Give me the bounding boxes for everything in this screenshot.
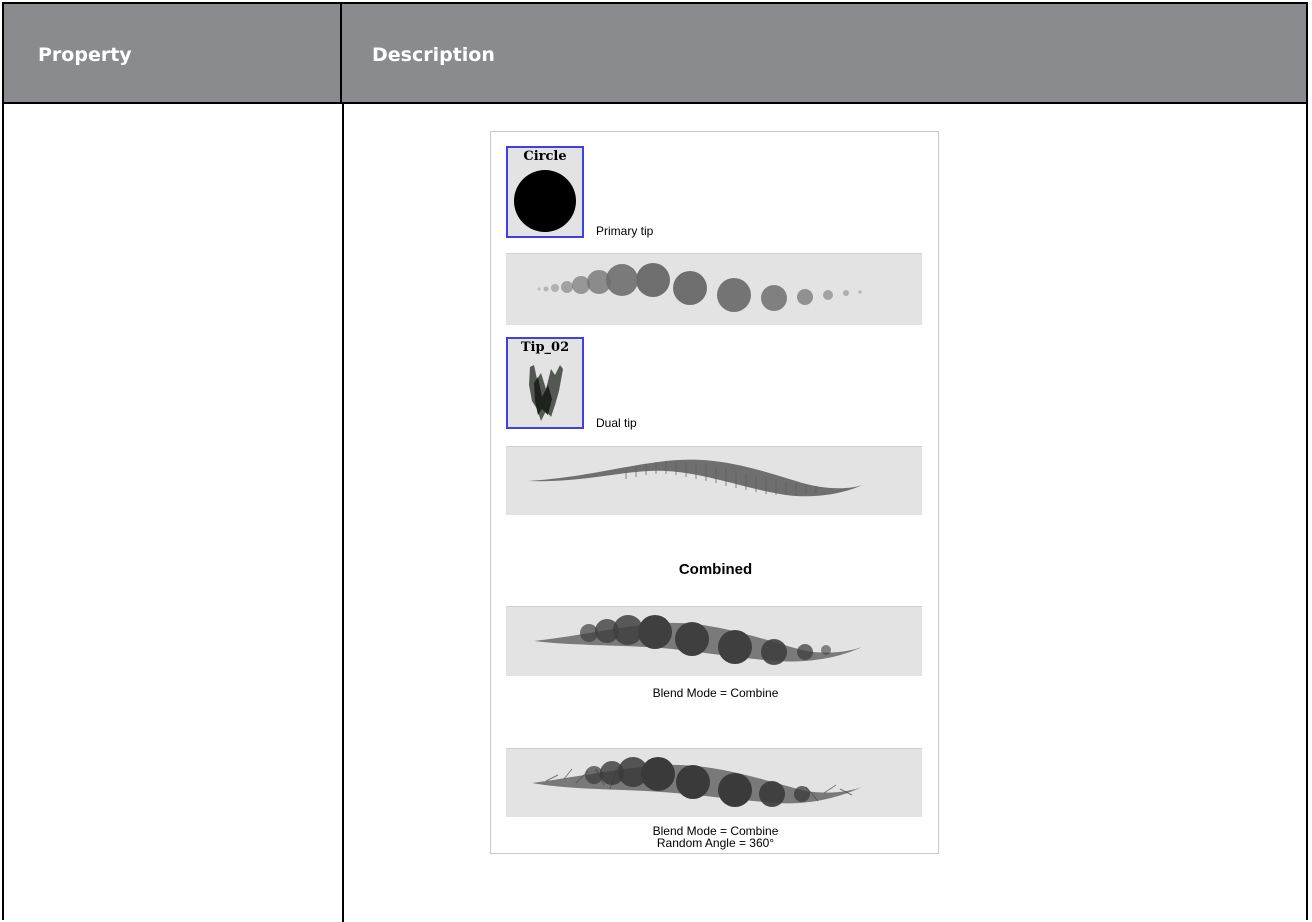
header-description-label: Description (372, 44, 495, 66)
dual-tip-stroke (506, 446, 922, 515)
dual-tip-caption: Dual tip (596, 416, 637, 430)
combined-stroke-random-angle (506, 748, 922, 817)
dual-tip-thumbnail: Tip_02 (506, 337, 584, 429)
brush-texture-tip-icon (529, 365, 563, 421)
table-header: Property Description (4, 4, 1306, 102)
column-divider (342, 104, 344, 922)
primary-tip-caption: Primary tip (596, 224, 654, 238)
header-property-label: Property (38, 44, 132, 66)
combined-heading: Combined (678, 561, 753, 578)
circle-tip-icon (514, 170, 576, 232)
header-divider (4, 102, 1306, 104)
combined-stroke-combine (506, 606, 922, 676)
caption-random-angle-line: Random Angle = 360° (656, 836, 775, 850)
dual-tip-illustration: Circle Primary tip Tip_02 Dual tip Combi… (490, 131, 939, 854)
primary-tip-stroke (506, 253, 922, 325)
header-cell-property: Property (4, 4, 342, 102)
primary-tip-thumbnail: Circle (506, 146, 584, 238)
caption-blend-combine-random: Blend Mode = Combine Random Angle = 360° (491, 825, 940, 849)
caption-blend-combine: Blend Mode = Combine (652, 686, 779, 700)
